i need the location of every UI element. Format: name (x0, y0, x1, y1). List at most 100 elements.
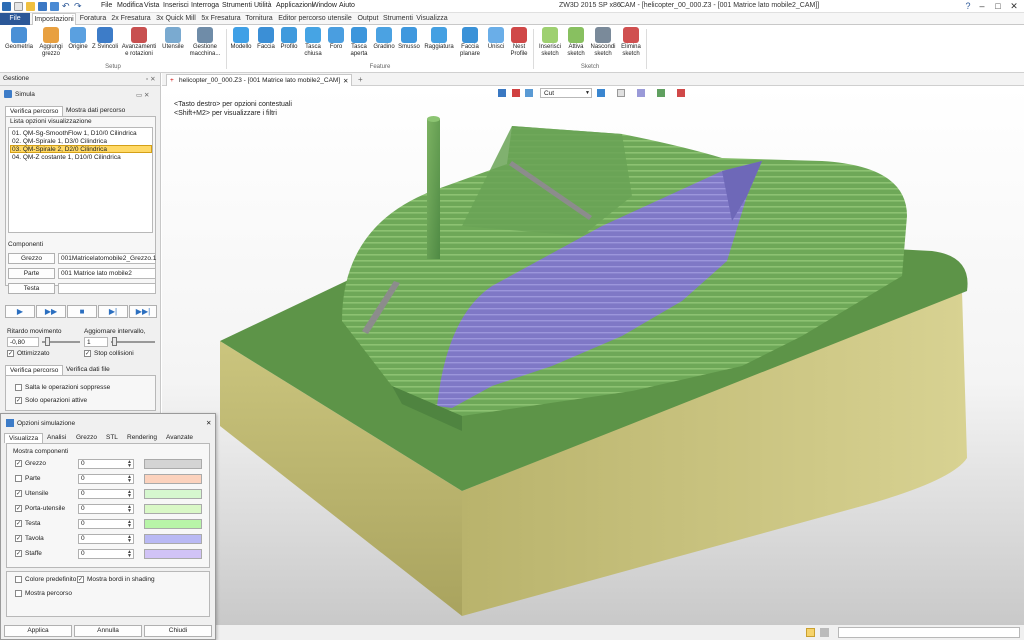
tab-foratura[interactable]: Foratura (78, 13, 108, 25)
list-item-selected[interactable]: 03. QM-Spirale 2, D2/0 Cilindrica (12, 146, 107, 153)
skip-end-button[interactable]: ▶▶| (129, 305, 157, 318)
smusso-button[interactable]: Smusso (397, 27, 421, 51)
tab-verifica-dati-file[interactable]: Verifica dati file (62, 365, 114, 375)
geometria-button[interactable]: Geometria (4, 27, 34, 51)
spinner-arrows-icon[interactable]: ▲ ▼ (127, 475, 132, 484)
dialog-tab-analisi[interactable]: Analisi (43, 433, 70, 443)
parte-field[interactable]: 001 Matrice lato mobile2 (58, 268, 156, 279)
tab-file[interactable]: File (0, 13, 30, 25)
play-button[interactable]: ▶ (5, 305, 35, 318)
menu-file[interactable]: File (101, 2, 112, 9)
panel-pin-icon[interactable]: ▫ ✕ (146, 75, 156, 83)
tab-mostra-dati[interactable]: Mostra dati percorso (62, 106, 129, 116)
utensile-checkbox[interactable]: ✓ (15, 490, 22, 497)
utensile-button[interactable]: Utensile (159, 27, 187, 51)
staffe-checkbox[interactable]: ✓ (15, 550, 22, 557)
grezzo-color-swatch[interactable] (144, 459, 202, 469)
menu-inserisci[interactable]: Inserisci (163, 2, 189, 9)
list-item[interactable]: 04. QM-Z costante 1, D10/0 Cilindrica (12, 154, 121, 161)
grezzo-field[interactable]: 001Matricelatomobile2_Grezzo.1 (58, 253, 156, 264)
doc-tab[interactable]: + helicopter_00_000.Z3 - [001 Matrice la… (166, 74, 352, 86)
spinner-arrows-icon[interactable]: ▲ ▼ (127, 535, 132, 544)
utensile-spinner[interactable]: 0 ▲ ▼ (78, 489, 134, 499)
staffe-spinner[interactable]: 0 ▲ ▼ (78, 549, 134, 559)
utensile-color-swatch[interactable] (144, 489, 202, 499)
nascondi-sketch-button[interactable]: Nascondi sketch (589, 27, 617, 58)
save-as-icon[interactable] (50, 2, 59, 11)
raggiatura-button[interactable]: Raggiatura (423, 27, 455, 51)
gestione-macchina-button[interactable]: Gestione macchina... (188, 27, 222, 58)
profilo-button[interactable]: Profilo (278, 27, 300, 51)
stop-collisioni-checkbox[interactable]: ✓ (84, 350, 91, 357)
grezzo-checkbox[interactable]: ✓ (15, 460, 22, 467)
colore-predefinito-checkbox[interactable] (15, 576, 22, 583)
dialog-close-icon[interactable]: ✕ (206, 419, 211, 427)
menu-applicazioni[interactable]: Applicazioni (276, 2, 313, 9)
minimize-button[interactable]: – (976, 1, 988, 11)
menu-vista[interactable]: Vista (144, 2, 159, 9)
parte-checkbox[interactable] (15, 475, 22, 482)
nest-profile-button[interactable]: Nest Profile (508, 27, 530, 58)
z-svincoli-button[interactable]: Z Svincoli (90, 27, 120, 51)
unisci-button[interactable]: Unisci (485, 27, 507, 51)
solo-attive-checkbox[interactable]: ✓ (15, 397, 22, 404)
simula-window-controls-icon[interactable]: ▭ ✕ (136, 91, 149, 99)
chiudi-button[interactable]: Chiudi (144, 625, 212, 637)
spinner-arrows-icon[interactable]: ▲ ▼ (127, 520, 132, 529)
staffe-color-swatch[interactable] (144, 549, 202, 559)
tab-tornitura[interactable]: Tornitura (244, 13, 274, 25)
grezzo-spinner[interactable]: 0 ▲ ▼ (78, 459, 134, 469)
menu-strumenti[interactable]: Strumenti (222, 2, 252, 9)
open-file-icon[interactable] (26, 2, 35, 11)
list-item[interactable]: 01. QM-Sg-SmoothFlow 1, D10/0 Cilindrica (12, 130, 137, 137)
list-item[interactable]: 02. QM-Spirale 1, D3/0 Cilindrica (12, 138, 107, 145)
fast-forward-button[interactable]: ▶▶ (36, 305, 66, 318)
stop-button[interactable]: ■ (67, 305, 97, 318)
porta-utensile-checkbox[interactable]: ✓ (15, 505, 22, 512)
help-icon[interactable]: ? (962, 1, 974, 11)
tavola-checkbox[interactable]: ✓ (15, 535, 22, 542)
tab-strumenti[interactable]: Strumenti (382, 13, 414, 25)
testa-color-swatch[interactable] (144, 519, 202, 529)
porta-utensile-spinner[interactable]: 0 ▲ ▼ (78, 504, 134, 514)
grezzo-button[interactable]: Grezzo (8, 253, 55, 264)
doc-tab-close-icon[interactable]: ✕ (343, 77, 348, 85)
maximize-button[interactable]: □ (992, 1, 1004, 11)
tab-verifica-percorso[interactable]: Verifica percorso (5, 106, 64, 116)
faccia-button[interactable]: Faccia (255, 27, 277, 51)
step-forward-button[interactable]: ▶| (98, 305, 128, 318)
command-input[interactable] (838, 627, 1020, 638)
avanzamenti-button[interactable]: Avanzamenti e rotazioni (120, 27, 158, 58)
menu-aiuto[interactable]: Aiuto (339, 2, 355, 9)
operation-list[interactable]: 01. QM-Sg-SmoothFlow 1, D10/0 Cilindrica… (8, 127, 153, 233)
tavola-color-swatch[interactable] (144, 534, 202, 544)
tavola-spinner[interactable]: 0 ▲ ▼ (78, 534, 134, 544)
testa-checkbox[interactable]: ✓ (15, 520, 22, 527)
menu-interroga[interactable]: Interroga (191, 2, 219, 9)
aggiornare-input[interactable]: 1 (84, 337, 108, 347)
dialog-tab-stl[interactable]: STL (102, 433, 122, 443)
menu-modifica[interactable]: Modifica (117, 2, 143, 9)
undo-icon[interactable]: ↶ (62, 2, 71, 11)
parte-button[interactable]: Parte (8, 268, 55, 279)
dialog-tab-visualizza[interactable]: Visualizza (4, 433, 44, 443)
save-icon[interactable] (38, 2, 47, 11)
parte-spinner[interactable]: 0 ▲ ▼ (78, 474, 134, 484)
close-button[interactable]: ✕ (1008, 1, 1020, 11)
foro-button[interactable]: Foro (326, 27, 346, 51)
3d-viewport[interactable]: Cut ▼ <Tasto destro> per opzioni contest… (162, 86, 1024, 624)
menu-utilita[interactable]: Utilità (254, 2, 272, 9)
spinner-arrows-icon[interactable]: ▲ ▼ (127, 505, 132, 514)
dialog-tab-avanzate[interactable]: Avanzate (162, 433, 197, 443)
new-tab-icon[interactable]: + (358, 75, 363, 84)
elimina-sketch-button[interactable]: Elimina sketch (619, 27, 643, 58)
ottimizzato-checkbox[interactable]: ✓ (7, 350, 14, 357)
ritardo-slider-handle[interactable] (45, 337, 50, 346)
testa-button[interactable]: Testa (8, 283, 55, 294)
ritardo-input[interactable]: -0,80 (7, 337, 39, 347)
salta-checkbox[interactable] (15, 384, 22, 391)
inserisci-sketch-button[interactable]: Inserisci sketch (536, 27, 564, 58)
testa-spinner[interactable]: 0 ▲ ▼ (78, 519, 134, 529)
tasca-chiusa-button[interactable]: Tasca chiusa (301, 27, 325, 58)
faccia-planare-button[interactable]: Faccia planare (456, 27, 484, 58)
